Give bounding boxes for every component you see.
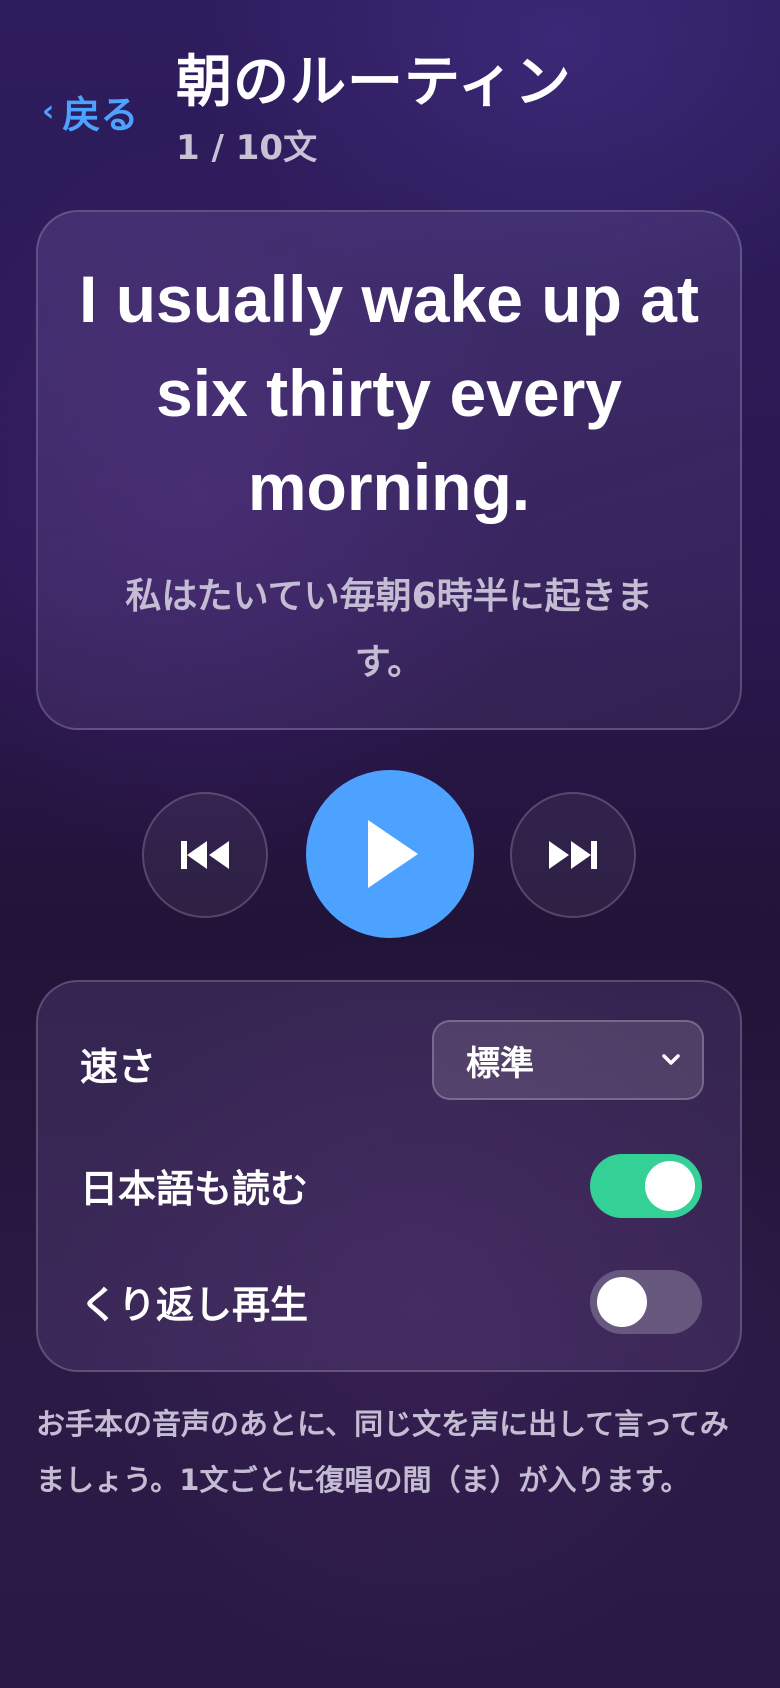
play-icon: [368, 820, 418, 888]
playback-controls: [0, 770, 780, 940]
japanese-translation: 私はたいてい毎朝6時半に起きます。: [125, 576, 653, 683]
sentence-card: I usually wake up at six thirty every mo…: [36, 210, 742, 730]
header: ‹ 戻る 朝のルーティン 1 / 10文: [0, 0, 780, 200]
english-sentence: I usually wake up at six thirty every mo…: [79, 262, 699, 524]
play-button[interactable]: [306, 770, 474, 938]
repeat-label: くり返し再生: [80, 1283, 309, 1327]
previous-button[interactable]: [142, 792, 268, 918]
title-block: 朝のルーティン 1 / 10文: [176, 48, 572, 169]
chevron-down-icon: [662, 1054, 680, 1065]
toggle-knob: [597, 1277, 647, 1327]
read-japanese-toggle[interactable]: [590, 1154, 702, 1218]
skip-back-icon: [181, 841, 229, 869]
repeat-toggle[interactable]: [590, 1270, 702, 1334]
toggle-knob: [645, 1161, 695, 1211]
page-title: 朝のルーティン: [176, 50, 572, 115]
hint-text: お手本の音声のあとに、同じ文を声に出して言ってみましょう。1文ごとに復唱の間（ま…: [36, 1407, 729, 1497]
read-japanese-label: 日本語も読む: [80, 1167, 309, 1211]
back-label: 戻る: [62, 93, 139, 137]
speed-label: 速さ: [80, 1045, 157, 1089]
chevron-left-icon: ‹: [42, 93, 55, 129]
skip-forward-icon: [549, 841, 597, 869]
progress-counter: 1 / 10文: [176, 128, 318, 168]
settings-card: 速さ 標準 日本語も読む くり返し再生: [36, 980, 742, 1372]
speed-select[interactable]: 標準: [432, 1020, 704, 1100]
speed-value: 標準: [466, 1043, 534, 1084]
back-button[interactable]: ‹ 戻る: [42, 84, 138, 139]
next-button[interactable]: [510, 792, 636, 918]
